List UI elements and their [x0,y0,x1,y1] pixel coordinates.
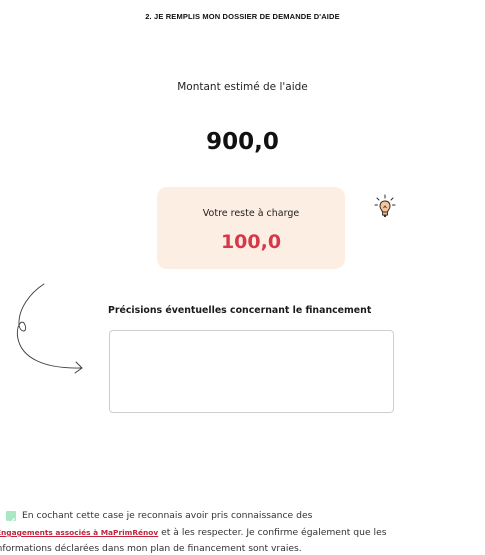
remaining-cost-card: Votre reste à charge 100,0 [157,187,345,269]
consent-text-line-1: En cochant cette case je reconnais avoir… [22,510,313,521]
financing-details-textarea[interactable] [109,330,394,413]
maprimrenov-commitments-link[interactable]: Engagements associés à MaPrimRénov [0,528,158,537]
curved-arrow-icon [14,281,109,381]
estimated-aid-label: Montant estimé de l'aide [177,81,308,93]
checkmark-icon [7,518,15,524]
estimated-aid-value: 900,0 [206,129,279,155]
consent-text-line-2: Engagements associés à MaPrimRénov et à … [0,527,387,538]
consent-text-line-2-rest: et à les respecter. Je confirme égalemen… [158,527,387,538]
consent-checkbox[interactable] [6,511,16,524]
step-title: 2. JE REMPLIS MON DOSSIER DE DEMANDE D'A… [145,12,340,21]
lightbulb-icon [373,194,397,222]
remaining-cost-label: Votre reste à charge [202,208,300,219]
remaining-cost-value: 100,0 [220,231,282,253]
financing-details-label: Précisions éventuelles concernant le fin… [108,305,372,316]
consent-text-line-3: informations déclarées dans mon plan de … [0,543,302,554]
